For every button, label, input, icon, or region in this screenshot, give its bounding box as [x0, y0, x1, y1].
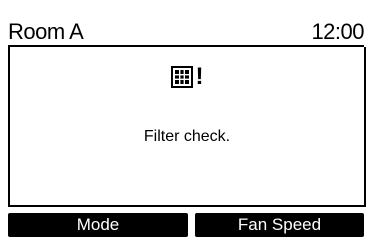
- status-header: Room A 12:00: [8, 20, 364, 45]
- alert-mark: !: [195, 63, 204, 90]
- filter-grid-icon: [170, 66, 193, 88]
- softkey-bar: Mode Fan Speed: [8, 213, 364, 237]
- alert-row: !: [10, 65, 364, 91]
- mode-button[interactable]: Mode: [8, 213, 188, 237]
- clock: 12:00: [311, 19, 364, 44]
- message-panel: ! Filter check.: [8, 47, 366, 207]
- thermostat-screen: Room A 12:00 ! Filter check. Mode Fan Sp…: [0, 0, 370, 240]
- fan-speed-button[interactable]: Fan Speed: [195, 213, 364, 237]
- filter-check-message: Filter check.: [143, 128, 231, 145]
- room-name: Room A: [8, 19, 84, 44]
